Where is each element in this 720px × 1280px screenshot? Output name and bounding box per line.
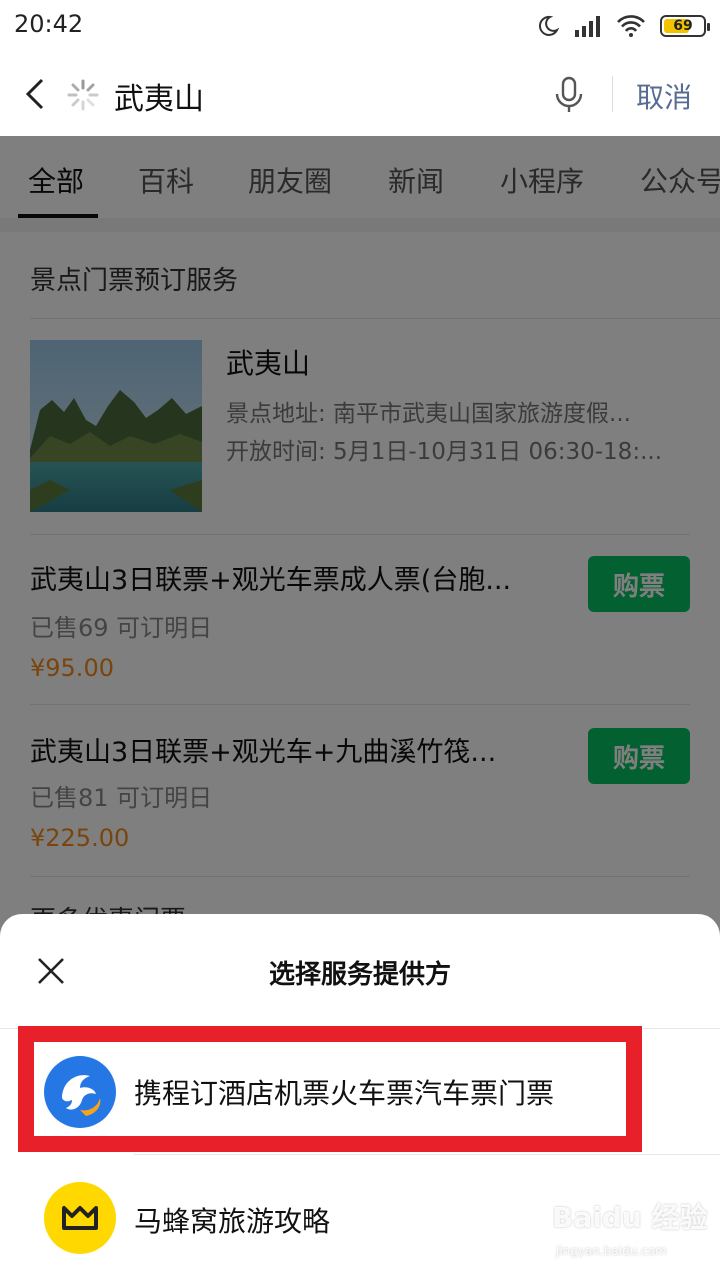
watermark-url: jingyan.baidu.com — [556, 1244, 667, 1258]
microphone-icon[interactable] — [554, 76, 584, 114]
status-bar: 20:42 69 — [0, 0, 720, 52]
provider-mafengwo[interactable]: 马蜂窝旅游攻略 — [134, 1200, 330, 1240]
wifi-icon — [617, 15, 645, 37]
moon-icon — [538, 15, 560, 36]
cancel-button[interactable]: 取消 — [636, 76, 692, 116]
baidu-jingyan-watermark: Baidu 经验 — [552, 1201, 708, 1234]
search-bar: 武夷山 取消 — [0, 52, 720, 136]
ctrip-dolphin-icon — [44, 1056, 116, 1128]
provider-ctrip[interactable]: 携程订酒店机票火车票汽车票门票 — [134, 1072, 554, 1112]
back-arrow-icon[interactable] — [20, 74, 54, 114]
loading-spinner-icon — [67, 79, 99, 111]
battery-icon: 69 — [660, 15, 710, 37]
battery-text: 69 — [673, 18, 693, 34]
signal-icon — [575, 16, 600, 37]
provider-divider — [134, 1154, 720, 1155]
mafengwo-icon — [44, 1182, 116, 1254]
status-icons: 69 — [536, 12, 710, 40]
status-time: 20:42 — [14, 10, 84, 38]
search-divider — [612, 76, 613, 112]
search-input[interactable]: 武夷山 — [114, 74, 204, 118]
sheet-title: 选择服务提供方 — [268, 960, 451, 990]
